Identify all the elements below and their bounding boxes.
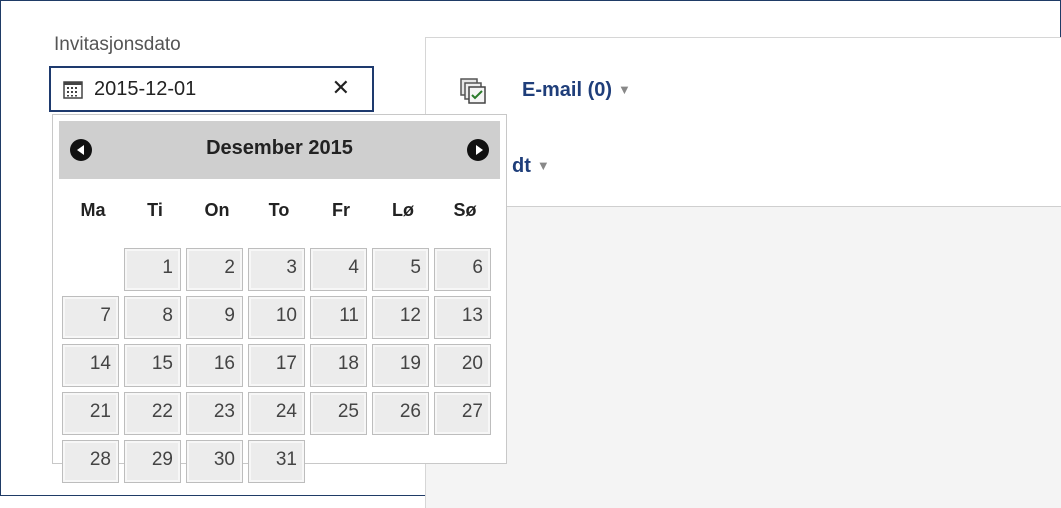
weekday-header: Ti [147,200,163,220]
second-tab-label: dt [512,155,531,177]
day-cell[interactable]: 4 [310,248,367,291]
invitation-date-label: Invitasjonsdato [54,34,181,55]
day-cell[interactable]: 6 [434,248,491,291]
day-cell[interactable]: 14 [62,344,119,387]
day-cell[interactable]: 23 [186,392,243,435]
day-cell[interactable]: 10 [248,296,305,339]
email-checkbox-icon [460,78,486,104]
day-cell[interactable]: 30 [186,440,243,483]
email-tab[interactable]: E-mail (0) ▼ [522,79,631,102]
day-cell[interactable]: 21 [62,392,119,435]
datepicker-popup: Desember 2015 Ma Ti On To Fr Lø Sø 1 2 3 4 5 6 7 8 9 10… [52,114,507,483]
datepicker-header: Desember 2015 [59,121,500,179]
day-cell[interactable]: 11 [310,296,367,339]
weekday-header: On [204,200,230,220]
day-cell[interactable]: 12 [372,296,429,339]
day-cell[interactable]: 24 [248,392,305,435]
day-cell[interactable]: 2 [186,248,243,291]
close-icon[interactable]: ✕ [332,75,350,101]
day-cell[interactable]: 1 [124,248,181,291]
messages-panel: E-mail (0) ▼ dt ▼ [425,37,1061,508]
day-cell[interactable]: 18 [310,344,367,387]
second-tab[interactable]: dt ▼ [512,155,550,178]
day-cell[interactable]: 19 [372,344,429,387]
day-cell[interactable]: 3 [248,248,305,291]
day-cell[interactable]: 28 [62,440,119,483]
dropdown-arrow-icon: ▼ [536,158,550,173]
weekday-header: Ma [80,200,106,220]
day-cell[interactable]: 31 [248,440,305,483]
day-cell[interactable]: 29 [124,440,181,483]
day-cell[interactable]: 20 [434,344,491,387]
day-cell[interactable]: 8 [124,296,181,339]
date-input-value[interactable]: 2015-12-01 [94,78,196,101]
day-cell[interactable]: 15 [124,344,181,387]
day-cell[interactable]: 5 [372,248,429,291]
weekday-row: Ma Ti On To Fr Lø Sø [62,200,503,221]
calendar-icon [63,81,83,99]
day-cell[interactable]: 7 [62,296,119,339]
day-cell[interactable]: 25 [310,392,367,435]
email-tab-label: E-mail (0) [522,79,613,101]
month-title: Desember 2015 [206,137,353,159]
day-cell[interactable]: 13 [434,296,491,339]
empty-day-cell [62,248,119,291]
day-cell[interactable]: 17 [248,344,305,387]
weekday-header: Sø [453,200,477,220]
day-cell[interactable]: 27 [434,392,491,435]
day-cell[interactable]: 9 [186,296,243,339]
invitation-date-input[interactable]: 2015-12-01 ✕ [49,66,374,112]
day-cell[interactable]: 26 [372,392,429,435]
day-cell[interactable]: 22 [124,392,181,435]
weekday-header: To [268,200,290,220]
weekday-header: Fr [332,200,350,220]
panel-header: E-mail (0) ▼ dt ▼ [426,38,1061,207]
day-grid: 1 2 3 4 5 6 7 8 9 10 11 12 13 14 15 16 17 18 19 20 21 22 23 24 2… [62,248,491,483]
next-month-icon[interactable] [467,139,489,161]
day-cell[interactable]: 16 [186,344,243,387]
weekday-header: Lø [392,200,414,220]
dropdown-arrow-icon: ▼ [618,82,631,97]
